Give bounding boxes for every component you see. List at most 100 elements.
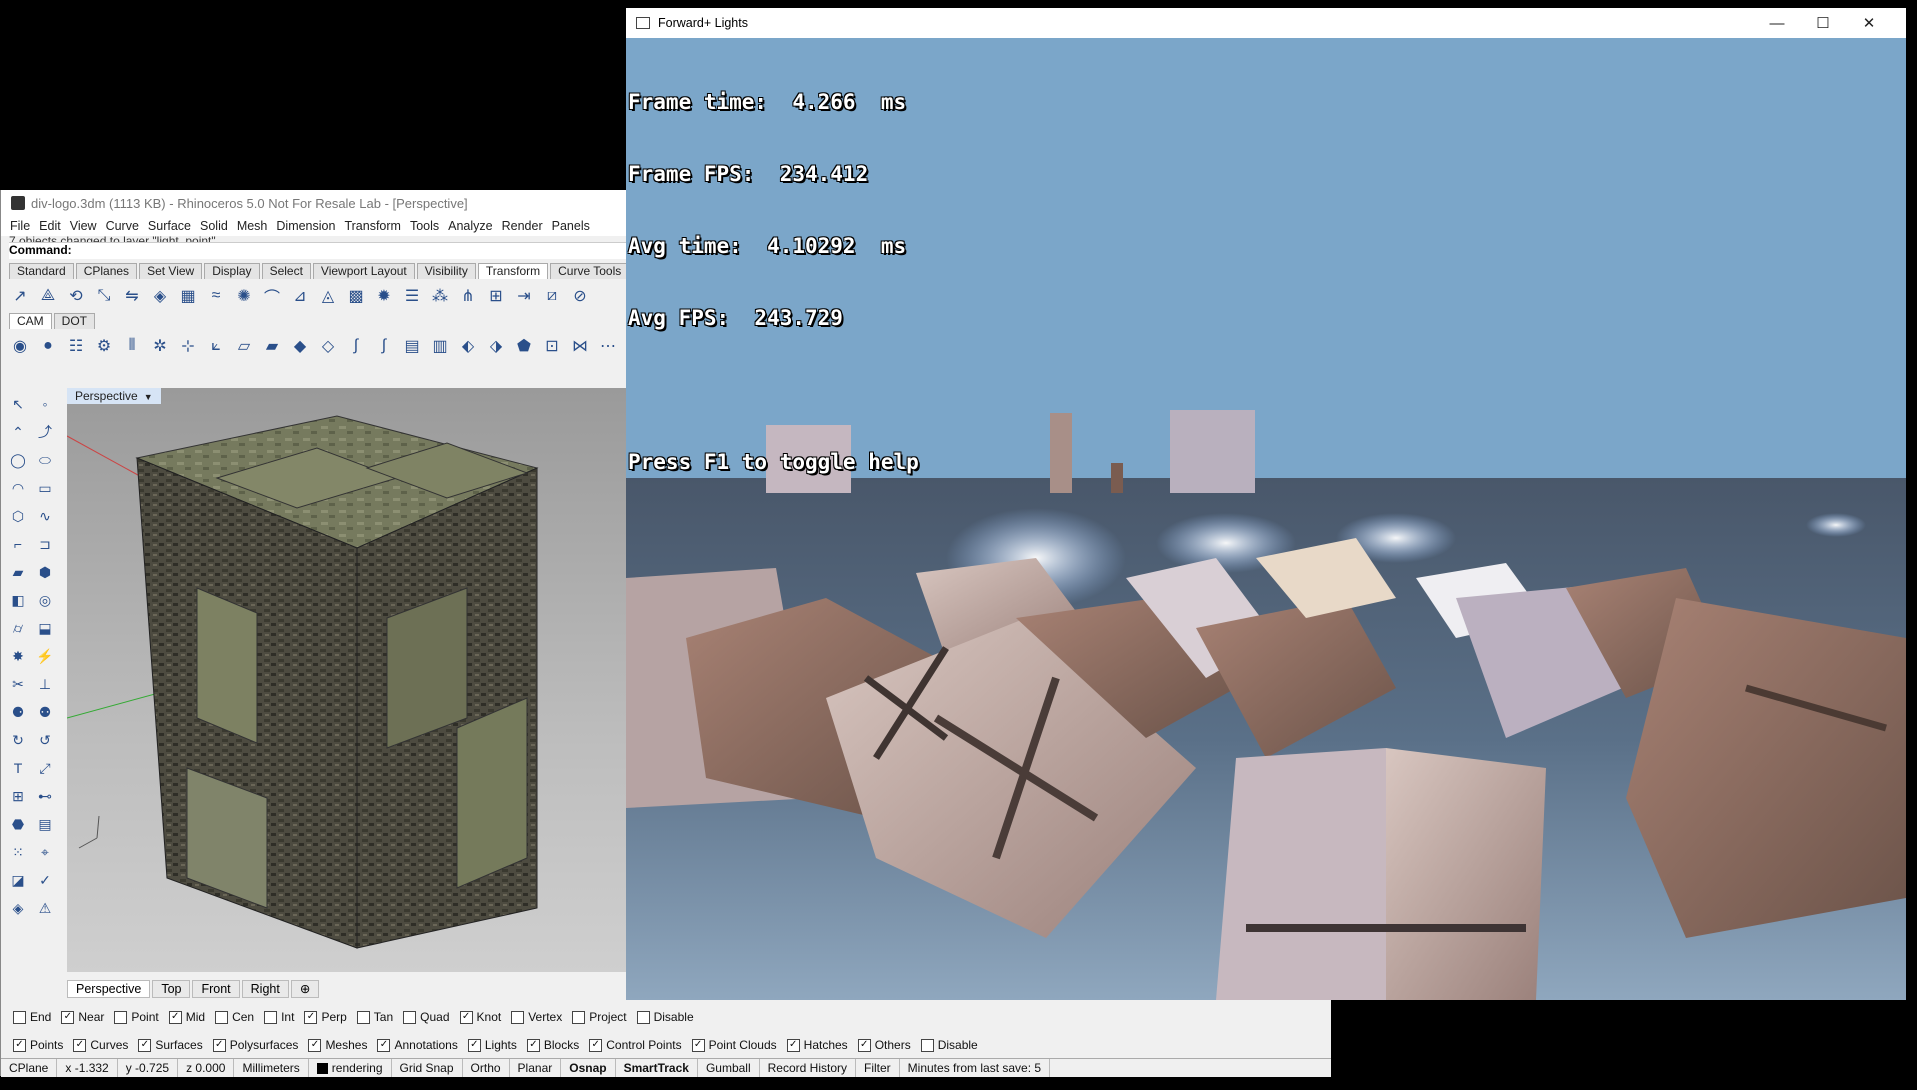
cam-rainbow-icon[interactable]: ◆ — [289, 335, 311, 357]
flow-icon[interactable]: ≈ — [205, 285, 227, 307]
copy-icon[interactable]: ⟁ — [37, 285, 59, 307]
viewport-tab-front[interactable]: Front — [192, 980, 240, 998]
paint-icon[interactable]: ⚠ — [34, 897, 56, 919]
filter-checkbox[interactable]: ✓ — [526, 1038, 540, 1052]
cam-more-icon[interactable]: ⋯ — [597, 335, 619, 357]
cam-finish2-icon[interactable]: ⬗ — [485, 335, 507, 357]
orient-icon[interactable]: ◈ — [149, 285, 171, 307]
filter-checkbox[interactable]: ✓ — [212, 1038, 226, 1052]
text-icon[interactable]: T — [7, 757, 29, 779]
tab-visibility[interactable]: Visibility — [416, 263, 476, 279]
menu-panels[interactable]: Panels — [552, 219, 590, 233]
tab-display[interactable]: Display — [204, 263, 260, 279]
array-icon[interactable]: ▦ — [177, 285, 199, 307]
cam-curve2-icon[interactable]: ∫ — [373, 335, 395, 357]
stretch-icon[interactable]: ⇥ — [513, 285, 535, 307]
array-tool-icon[interactable]: ⊞ — [7, 785, 29, 807]
rotate-icon[interactable]: ⟲ — [65, 285, 87, 307]
menu-analyze[interactable]: Analyze — [448, 219, 492, 233]
cam-setup-icon[interactable]: ◉ — [9, 335, 31, 357]
cam-slices2-icon[interactable]: ▥ — [429, 335, 451, 357]
analyze-icon[interactable]: ◪ — [7, 869, 29, 891]
mirror-icon[interactable]: ⇋ — [121, 285, 143, 307]
freeform-icon[interactable]: ∿ — [34, 505, 56, 527]
filter-polysurfaces[interactable]: ✓ Polysurfaces — [212, 1038, 298, 1052]
status-filter[interactable]: Filter — [856, 1059, 900, 1077]
join-icon[interactable]: ⚡ — [34, 645, 56, 667]
polyline-icon[interactable]: ⌃ — [7, 421, 29, 443]
filter-checkbox[interactable]: ✓ — [467, 1038, 481, 1052]
taper-icon[interactable]: ⊿ — [289, 285, 311, 307]
split-icon[interactable]: ⊥ — [34, 673, 56, 695]
explode-icon[interactable]: ✸ — [7, 645, 29, 667]
tab-viewport-layout[interactable]: Viewport Layout — [312, 263, 415, 279]
cam-bird-icon[interactable]: ⋈ — [569, 335, 591, 357]
smash-icon[interactable]: ◬ — [317, 285, 339, 307]
osnap-mid[interactable]: ✓ Mid — [168, 1010, 205, 1024]
cage-icon[interactable]: ⊞ — [485, 285, 507, 307]
shear-icon[interactable]: ⧄ — [541, 285, 563, 307]
filter-curves[interactable]: ✓ Curves — [73, 1038, 128, 1052]
tab-standard[interactable]: Standard — [9, 263, 74, 279]
status-cplane[interactable]: CPlane — [1, 1059, 58, 1077]
set-pt-icon[interactable]: ⋔ — [457, 285, 479, 307]
osnap-near[interactable]: ✓ Near — [61, 1010, 104, 1024]
filter-surfaces[interactable]: ✓ Surfaces — [138, 1038, 203, 1052]
status-record-history[interactable]: Record History — [760, 1059, 856, 1077]
polar-array-icon[interactable]: ✹ — [373, 285, 395, 307]
menu-dimension[interactable]: Dimension — [276, 219, 335, 233]
cam-sphere-icon[interactable]: ● — [37, 335, 59, 357]
union-icon[interactable]: ◎ — [34, 589, 56, 611]
cam-box-icon[interactable]: ⊡ — [541, 335, 563, 357]
scale-icon[interactable]: ⤡ — [93, 285, 115, 307]
tab-cplanes[interactable]: CPlanes — [75, 263, 138, 279]
menu-solid[interactable]: Solid — [200, 219, 228, 233]
cylinder-icon[interactable]: ⌭ — [7, 617, 29, 639]
status-ortho[interactable]: Ortho — [463, 1059, 510, 1077]
cam-pocket-icon[interactable]: ⟀ — [205, 335, 227, 357]
arc-icon[interactable]: ◠ — [7, 477, 29, 499]
osnap-vertex[interactable]: Vertex — [511, 1010, 562, 1024]
curve-icon[interactable]: ⤴ — [34, 421, 56, 443]
cam-contour-icon[interactable]: ⦀ — [121, 335, 143, 357]
filter-annotations[interactable]: ✓ Annotations — [377, 1038, 458, 1052]
offset-icon[interactable]: ⊐ — [34, 533, 56, 555]
osnap-end[interactable]: End — [13, 1010, 51, 1024]
osnap-knot[interactable]: ✓ Knot — [459, 1010, 501, 1024]
filter-point-clouds[interactable]: ✓ Point Clouds — [691, 1038, 777, 1052]
cam-list-icon[interactable]: ☷ — [65, 335, 87, 357]
align-icon[interactable]: ☰ — [401, 285, 423, 307]
cam-layers-icon[interactable]: ▰ — [261, 335, 283, 357]
viewport-tab-right[interactable]: Right — [241, 980, 289, 998]
cam-plane-icon[interactable]: ▱ — [233, 335, 255, 357]
filter-checkbox[interactable]: ✓ — [138, 1038, 152, 1052]
status-layer[interactable]: rendering — [309, 1059, 392, 1077]
bend-icon[interactable]: ⌒ — [261, 285, 283, 307]
filter-points[interactable]: ✓ Points — [13, 1038, 63, 1052]
osnap-checkbox[interactable]: ✓ — [304, 1010, 318, 1024]
menu-edit[interactable]: Edit — [39, 219, 61, 233]
cam-rainbow2-icon[interactable]: ◇ — [317, 335, 339, 357]
osnap-checkbox[interactable] — [356, 1010, 370, 1024]
viewport-menu-arrow-icon[interactable]: ▼ — [144, 392, 153, 402]
status-osnap[interactable]: Osnap — [561, 1059, 616, 1077]
tab-curve-tools[interactable]: Curve Tools — [550, 263, 630, 279]
filter-checkbox[interactable]: ✓ — [13, 1038, 26, 1052]
filter-checkbox[interactable]: ✓ — [589, 1038, 603, 1052]
status-grid-snap[interactable]: Grid Snap — [392, 1059, 463, 1077]
osnap-cen[interactable]: Cen — [215, 1010, 254, 1024]
status-smarttrack[interactable]: SmartTrack — [616, 1059, 698, 1077]
filter-checkbox[interactable] — [920, 1038, 934, 1052]
menu-file[interactable]: File — [10, 219, 30, 233]
osnap-checkbox[interactable] — [403, 1010, 417, 1024]
cam-slices-icon[interactable]: ▤ — [401, 335, 423, 357]
osnap-tan[interactable]: Tan — [356, 1010, 393, 1024]
menu-surface[interactable]: Surface — [148, 219, 191, 233]
tab-select[interactable]: Select — [261, 263, 311, 279]
filter-control-points[interactable]: ✓ Control Points — [589, 1038, 682, 1052]
osnap-project[interactable]: Project — [572, 1010, 627, 1024]
check-icon[interactable]: ✓ — [34, 869, 56, 891]
cam-gear-icon[interactable]: ⚙ — [93, 335, 115, 357]
tab-set-view[interactable]: Set View — [139, 263, 203, 279]
viewport-tab-perspective[interactable]: Perspective — [67, 980, 151, 998]
